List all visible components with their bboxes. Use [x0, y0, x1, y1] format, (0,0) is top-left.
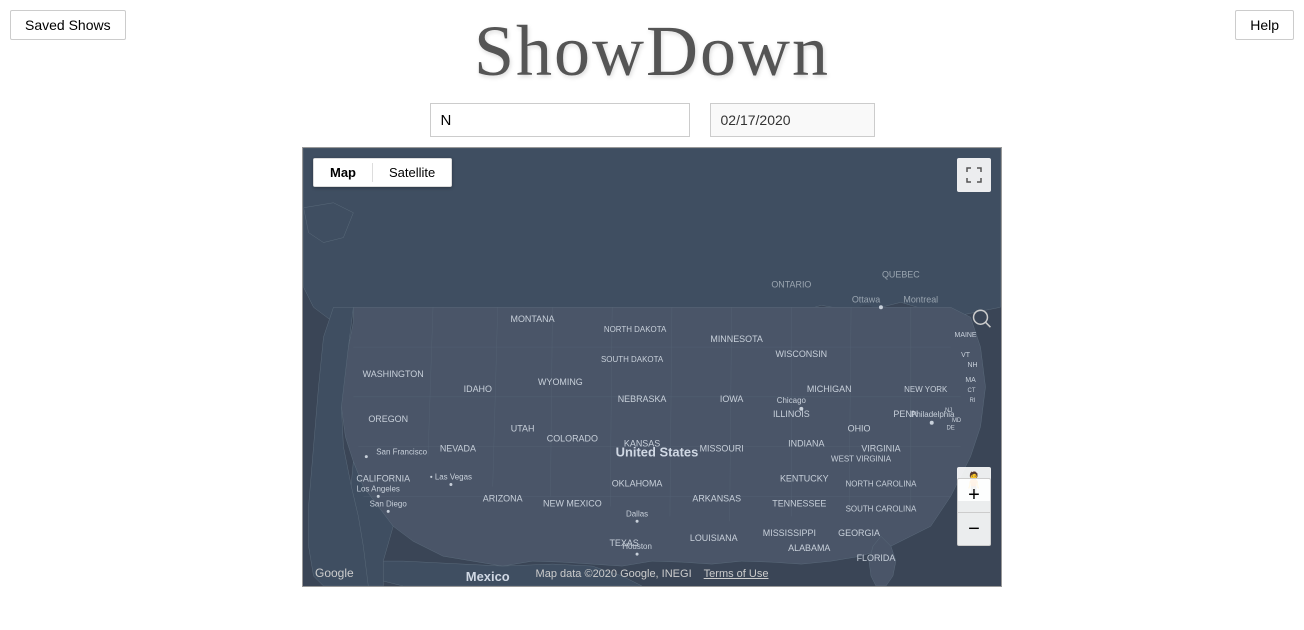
fullscreen-button[interactable] [957, 158, 991, 192]
svg-text:OHIO: OHIO [848, 424, 871, 434]
svg-text:NORTH CAROLINA: NORTH CAROLINA [845, 479, 917, 488]
svg-text:ARKANSAS: ARKANSAS [692, 493, 741, 503]
map-container[interactable]: Map Satellite [302, 147, 1002, 587]
svg-text:United States: United States [616, 445, 699, 460]
zoom-in-button[interactable]: + [957, 478, 991, 512]
svg-text:UTAH: UTAH [511, 424, 535, 434]
svg-text:DE: DE [946, 426, 954, 432]
svg-text:NORTH DAKOTA: NORTH DAKOTA [604, 325, 667, 334]
svg-text:Philadelphia: Philadelphia [911, 410, 955, 419]
zoom-controls: + − [957, 478, 991, 546]
svg-text:WEST VIRGINIA: WEST VIRGINIA [831, 455, 892, 464]
svg-text:WYOMING: WYOMING [538, 377, 583, 387]
svg-text:TENNESSEE: TENNESSEE [772, 498, 826, 508]
help-button[interactable]: Help [1235, 10, 1294, 40]
svg-text:FLORIDA: FLORIDA [857, 553, 896, 563]
svg-text:NEBRASKA: NEBRASKA [618, 394, 667, 404]
svg-text:NEVADA: NEVADA [440, 444, 476, 454]
svg-text:MA: MA [965, 377, 976, 384]
search-input[interactable] [430, 103, 690, 137]
zoom-out-button[interactable]: − [957, 512, 991, 546]
date-input[interactable] [710, 103, 875, 137]
svg-text:Chicago: Chicago [777, 396, 807, 405]
svg-text:SOUTH DAKOTA: SOUTH DAKOTA [601, 355, 664, 364]
svg-text:OREGON: OREGON [368, 414, 408, 424]
svg-text:COLORADO: COLORADO [547, 434, 598, 444]
svg-text:NEW MEXICO: NEW MEXICO [543, 498, 602, 508]
svg-text:Los Angeles: Los Angeles [357, 484, 400, 493]
svg-text:MONTANA: MONTANA [511, 314, 555, 324]
svg-text:MICHIGAN: MICHIGAN [807, 384, 852, 394]
svg-text:MISSISSIPPI: MISSISSIPPI [763, 528, 816, 538]
satellite-view-button[interactable]: Satellite [373, 159, 451, 186]
svg-text:INDIANA: INDIANA [788, 439, 824, 449]
svg-text:ARIZONA: ARIZONA [483, 493, 523, 503]
svg-text:OKLAHOMA: OKLAHOMA [612, 478, 663, 488]
svg-text:Montreal: Montreal [903, 294, 938, 304]
svg-text:NH: NH [968, 362, 978, 369]
svg-text:CALIFORNIA: CALIFORNIA [356, 473, 410, 483]
svg-text:SOUTH CAROLINA: SOUTH CAROLINA [846, 504, 917, 513]
svg-text:IOWA: IOWA [720, 394, 744, 404]
svg-text:ONTARIO: ONTARIO [771, 279, 811, 289]
svg-text:ALABAMA: ALABAMA [788, 543, 830, 553]
map-toggle: Map Satellite [313, 158, 452, 187]
attribution-text: Map data ©2020 Google, INEGI [536, 568, 692, 580]
svg-text:GEORGIA: GEORGIA [838, 528, 880, 538]
svg-text:MAINE: MAINE [955, 332, 977, 339]
svg-text:Houston: Houston [622, 542, 652, 551]
app-title: ShowDown [474, 10, 830, 93]
search-area [0, 95, 1304, 147]
svg-text:MISSOURI: MISSOURI [700, 444, 744, 454]
svg-text:CT: CT [968, 388, 976, 394]
svg-text:Ottawa: Ottawa [852, 294, 880, 304]
svg-text:WISCONSIN: WISCONSIN [775, 349, 827, 359]
svg-text:MINNESOTA: MINNESOTA [710, 334, 763, 344]
svg-text:San Francisco: San Francisco [376, 448, 427, 457]
map-svg: WASHINGTON OREGON CALIFORNIA NEVADA IDAH… [303, 148, 1001, 586]
svg-text:San Diego: San Diego [370, 499, 408, 508]
svg-text:ILLINOIS: ILLINOIS [773, 409, 810, 419]
svg-text:RI: RI [970, 398, 976, 404]
svg-text:VT: VT [961, 352, 971, 359]
svg-text:• Las Vegas: • Las Vegas [430, 472, 472, 481]
svg-text:Mexico: Mexico [466, 569, 510, 584]
svg-text:VIRGINIA: VIRGINIA [861, 444, 900, 454]
terms-of-use-link[interactable]: Terms of Use [704, 568, 769, 580]
svg-text:IDAHO: IDAHO [464, 384, 492, 394]
saved-shows-button[interactable]: Saved Shows [10, 10, 126, 40]
svg-text:NEW YORK: NEW YORK [904, 385, 948, 394]
svg-text:LOUISIANA: LOUISIANA [690, 533, 738, 543]
map-attribution: Map data ©2020 Google, INEGI Terms of Us… [536, 568, 769, 580]
header: Saved Shows ShowDown Help [0, 0, 1304, 95]
fullscreen-icon [966, 167, 982, 183]
svg-text:WASHINGTON: WASHINGTON [363, 369, 424, 379]
svg-text:KENTUCKY: KENTUCKY [780, 473, 829, 483]
svg-text:QUEBEC: QUEBEC [882, 269, 920, 279]
map-view-button[interactable]: Map [314, 159, 372, 186]
svg-text:Dallas: Dallas [626, 509, 648, 518]
google-logo: Google [315, 566, 354, 580]
